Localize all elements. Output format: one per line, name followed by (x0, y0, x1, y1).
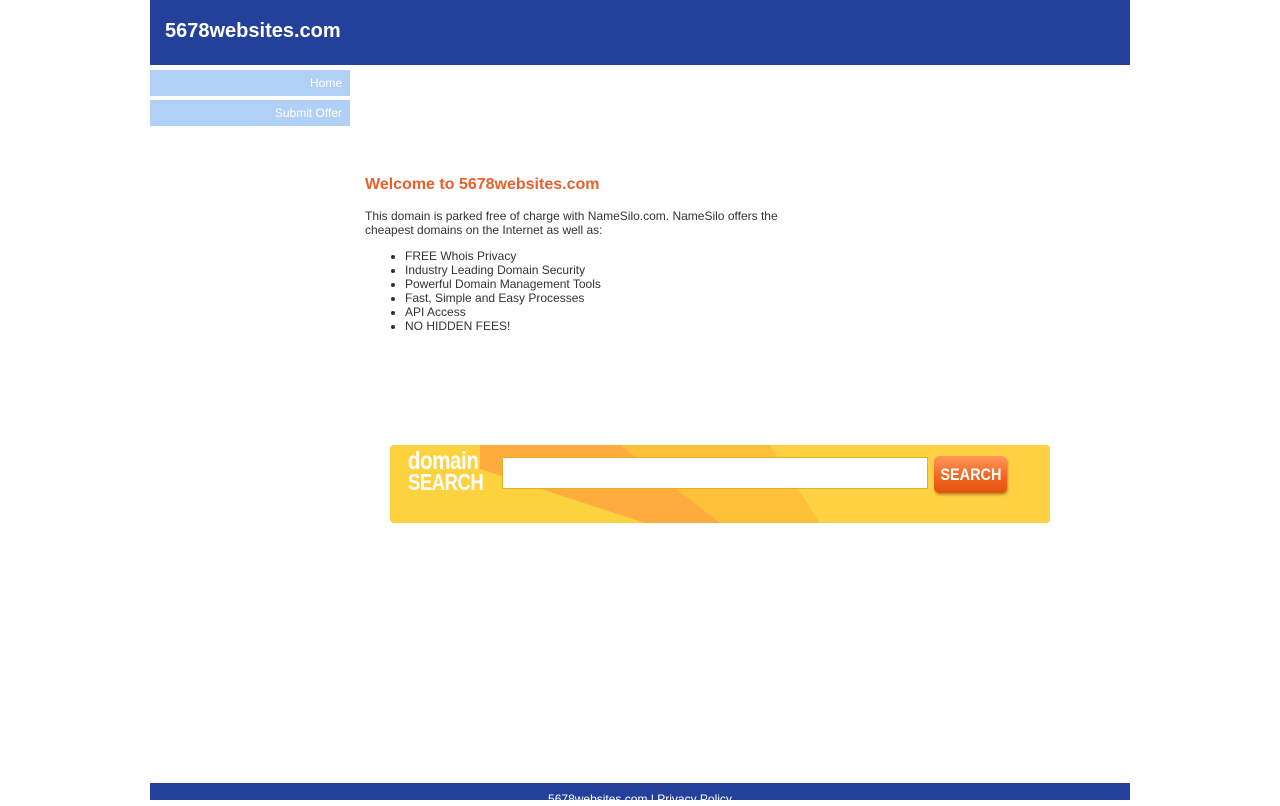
header-bar: 5678websites.com (150, 0, 1130, 65)
domain-search-input[interactable] (502, 457, 928, 489)
footer-privacy-link[interactable]: Privacy Policy (657, 792, 732, 806)
feature-item: Fast, Simple and Easy Processes (405, 291, 795, 305)
domain-search-logo: domain SEARCH (408, 449, 502, 495)
domain-search-box: domain SEARCH SEARCH (390, 445, 1050, 523)
footer-separator: | (650, 792, 654, 806)
features-list: FREE Whois Privacy Industry Leading Doma… (365, 249, 795, 333)
feature-item: API Access (405, 305, 795, 319)
feature-item: Powerful Domain Management Tools (405, 277, 795, 291)
page-container: 5678websites.com Home Submit Offer Welco… (150, 0, 1130, 806)
site-title: 5678websites.com (165, 20, 341, 42)
intro-text: This domain is parked free of charge wit… (365, 209, 778, 237)
search-button[interactable]: SEARCH (934, 456, 1007, 493)
welcome-heading: Welcome to 5678websites.com (365, 176, 600, 193)
footer-site-link[interactable]: 5678websites.com (548, 792, 647, 806)
main-content: Welcome to 5678websites.com This domain … (365, 175, 795, 333)
feature-item: Industry Leading Domain Security (405, 263, 795, 277)
search-button-label: SEARCH (939, 464, 1002, 484)
nav-home-link[interactable]: Home (150, 70, 350, 96)
feature-item: NO HIDDEN FEES! (405, 319, 795, 333)
feature-item: FREE Whois Privacy (405, 249, 795, 263)
footer-links: 5678websites.com | Privacy Policy (150, 792, 1130, 806)
nav-submit-offer-link[interactable]: Submit Offer (150, 100, 350, 126)
logo-line-search: SEARCH (408, 469, 484, 495)
footer-bar: 5678websites.com | Privacy Policy (150, 783, 1130, 806)
